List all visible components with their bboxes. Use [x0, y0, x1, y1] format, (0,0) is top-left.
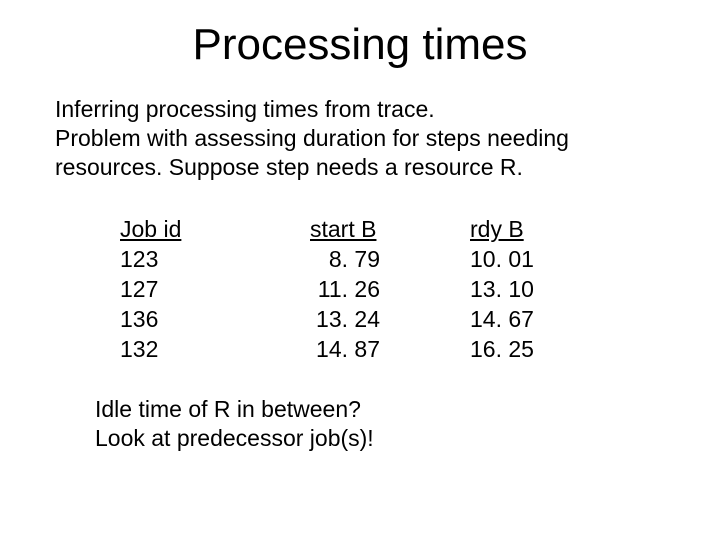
intro-paragraph: Inferring processing times from trace.Pr…	[55, 95, 665, 181]
col-header-rdyb: rdy B	[470, 215, 580, 245]
trace-table: Job id 123 127 136 132 start B 8. 79 11.…	[120, 215, 580, 364]
table-cell: 11. 26	[300, 275, 470, 305]
col-job-id: Job id 123 127 136 132	[120, 215, 300, 364]
table-cell: 123	[120, 245, 300, 275]
table-cell: 127	[120, 275, 300, 305]
slide: Processing times Inferring processing ti…	[0, 0, 720, 540]
col-header-job: Job id	[120, 215, 300, 245]
table-cell: 13. 10	[470, 275, 580, 305]
table-cell: 132	[120, 335, 300, 365]
slide-title: Processing times	[0, 20, 720, 70]
col-header-startb: start B	[300, 215, 470, 245]
col-start-b: start B 8. 79 11. 26 13. 24 14. 87	[300, 215, 470, 364]
table-cell: 136	[120, 305, 300, 335]
table-cell: 16. 25	[470, 335, 580, 365]
table-cell: 14. 67	[470, 305, 580, 335]
table-cell: 8. 79	[300, 245, 470, 275]
col-rdy-b: rdy B 10. 01 13. 10 14. 67 16. 25	[470, 215, 580, 364]
closing-paragraph: Idle time of R in between?Look at predec…	[95, 395, 374, 453]
table-cell: 10. 01	[470, 245, 580, 275]
table-cell: 13. 24	[300, 305, 470, 335]
table-cell: 14. 87	[300, 335, 470, 365]
